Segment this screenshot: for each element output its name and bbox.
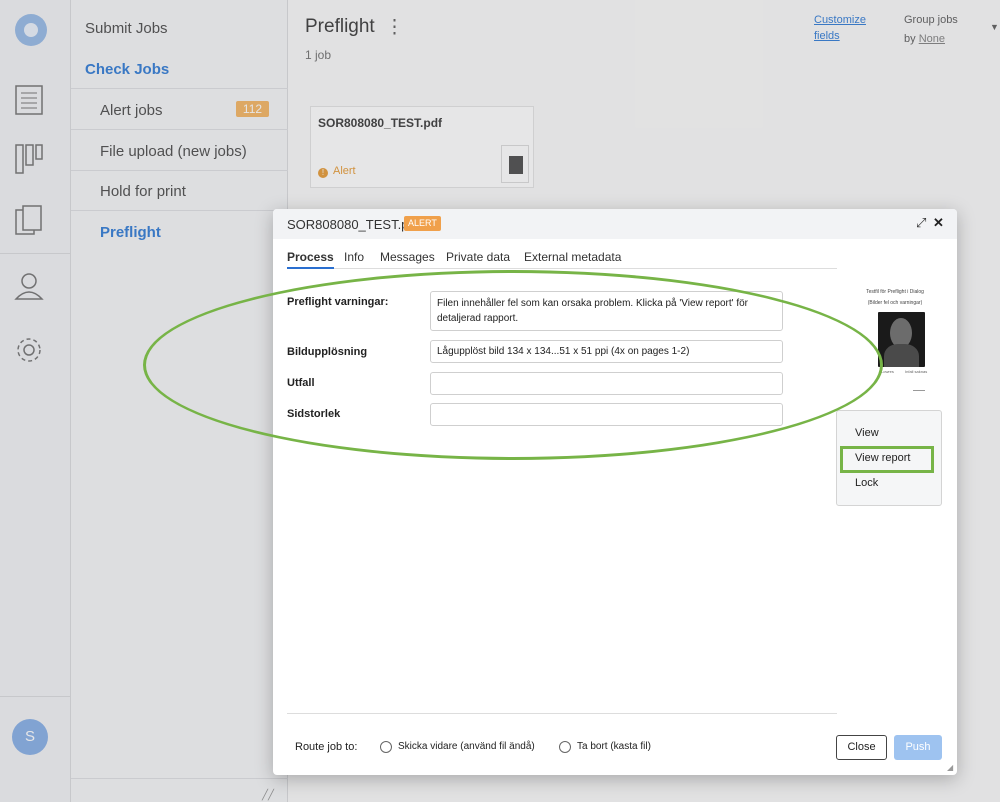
preview-footer-line [913, 390, 925, 391]
lock-button[interactable]: Lock [855, 477, 878, 489]
tab-bar: Process Info Messages Private data Exter… [287, 250, 837, 269]
preview-title-text: Testfil för Preflight i Dialog [866, 289, 924, 295]
outcome-field[interactable] [430, 372, 783, 395]
close-icon[interactable]: ✕ [933, 216, 944, 230]
preview-subtitle: (Bilder fel och varningar) [867, 300, 923, 306]
dialog-title: SOR808080_TEST.pdf [287, 217, 420, 232]
tab-process[interactable]: Process [287, 250, 334, 269]
close-button[interactable]: Close [836, 735, 887, 760]
push-button[interactable]: Push [894, 735, 942, 760]
preview-actions-menu: View View report Lock [836, 410, 942, 506]
preview-caption-left: Lowres [881, 369, 894, 374]
view-report-highlight [840, 446, 934, 473]
status-badge: ALERT [404, 216, 441, 231]
tab-external-metadata[interactable]: External metadata [524, 250, 621, 264]
image-resolution-field[interactable]: Lågupplöst bild 134 x 134...51 x 51 ppi … [430, 340, 783, 363]
preflight-warnings-field[interactable]: Filen innehåller fel som kan orsaka prob… [430, 291, 783, 331]
outcome-label: Utfall [287, 377, 315, 389]
tab-info[interactable]: Info [344, 250, 364, 264]
page-size-label: Sidstorlek [287, 408, 341, 420]
tab-messages[interactable]: Messages [380, 250, 435, 264]
resize-handle-icon[interactable]: ◢ [947, 764, 953, 772]
image-resolution-label: Bildupplösning [287, 346, 368, 358]
page-preview: Testfil för Preflight i Dialog (Bilder fe… [841, 279, 941, 395]
view-button[interactable]: View [855, 427, 879, 439]
job-detail-dialog: SOR808080_TEST.pdf ALERT ⤢ ✕ Process Inf… [273, 209, 957, 775]
page-size-field[interactable] [430, 403, 783, 426]
preview-caption-right: Infall saknas [905, 369, 928, 374]
route-delete-radio[interactable] [559, 741, 571, 753]
expand-icon[interactable]: ⤢ [916, 216, 926, 230]
preflight-warnings-label: Preflight varningar: [287, 296, 389, 308]
route-forward-radio[interactable] [380, 741, 392, 753]
route-label: Route job to: [295, 741, 358, 753]
route-forward-label[interactable]: Skicka vidare (använd fil ändå) [398, 741, 535, 752]
route-delete-label[interactable]: Ta bort (kasta fil) [577, 741, 651, 752]
footer-divider [287, 713, 837, 714]
dialog-header: SOR808080_TEST.pdf ALERT ⤢ ✕ [273, 209, 957, 239]
preview-title: Testfil för Preflight i Dialog (Bilder fe… [855, 287, 935, 309]
tab-private-data[interactable]: Private data [446, 250, 510, 264]
preview-photo [878, 312, 925, 367]
